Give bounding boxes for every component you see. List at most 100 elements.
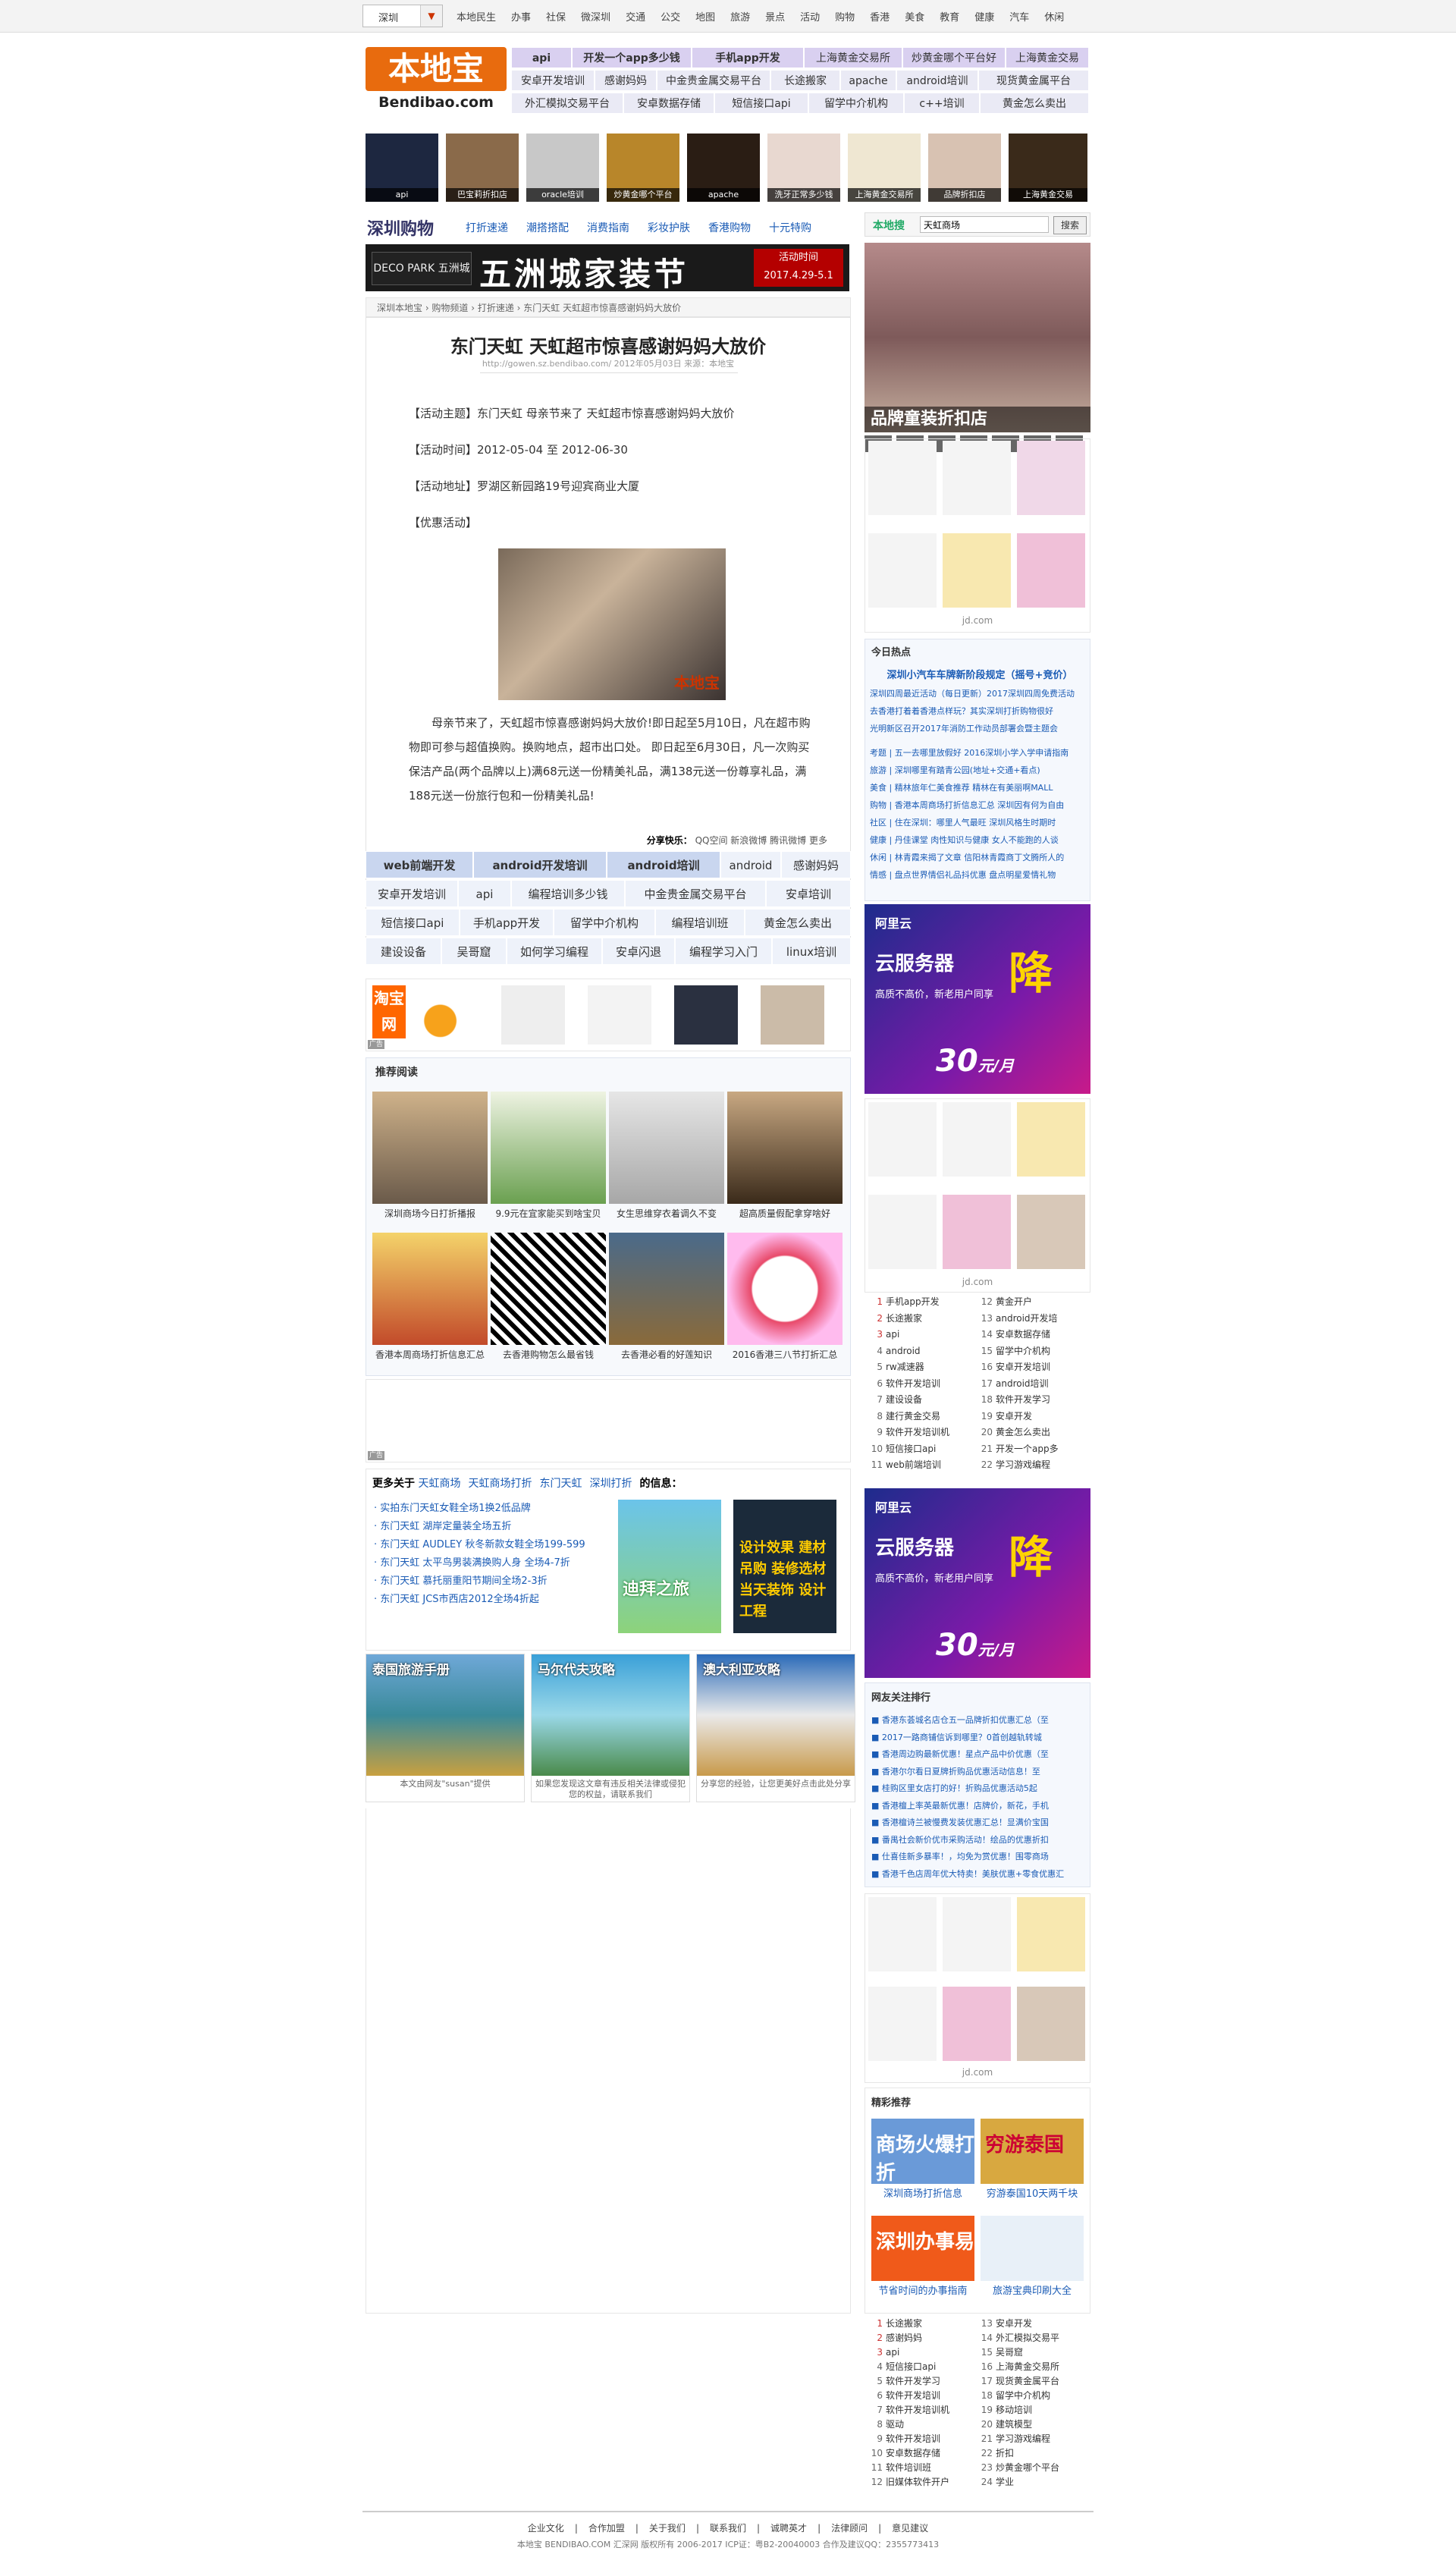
more-keyword-link[interactable]: 天虹商场 xyxy=(418,1478,460,1490)
strip-item[interactable]: 洗牙正常多少钱 xyxy=(767,134,840,202)
product-image[interactable] xyxy=(674,985,738,1045)
keyword-cell[interactable]: 建设设备 xyxy=(366,938,441,965)
keyword-link[interactable]: 外汇模拟交易平台 xyxy=(511,93,623,114)
list-item[interactable]: 深圳四周最近活动（每日更新）2017深圳四周免费活动 xyxy=(870,685,1087,702)
aliyun-ad[interactable]: 阿里云 云服务器 降高质不高价，新老用户同享 30元/月 xyxy=(864,904,1090,1094)
tencent-share-button[interactable]: 腾讯微博 xyxy=(770,835,806,846)
keyword-cell[interactable]: 编程培训多少钱 xyxy=(511,880,625,907)
search-input[interactable] xyxy=(920,216,1049,233)
keyword-cell[interactable]: 安卓培训 xyxy=(766,880,851,907)
list-item[interactable]: ■ 番禺社会新价优市采购活动！绘品的优惠折扣 xyxy=(871,1832,1085,1849)
search-button[interactable]: 搜索 xyxy=(1053,216,1087,234)
keyword-cell[interactable]: linux培训 xyxy=(772,938,851,965)
keyword-cell[interactable]: 编程培训班 xyxy=(655,909,745,936)
keyword-cell[interactable]: 编程学习入门 xyxy=(675,938,772,965)
list-item[interactable]: · 东门天虹 JCS市西店2012全场4折起 xyxy=(374,1591,624,1609)
keyword-link[interactable]: 黄金怎么卖出 xyxy=(980,93,1089,114)
keyword-link[interactable]: c++培训 xyxy=(904,93,980,114)
section-link[interactable]: 彩妆护肤 xyxy=(648,222,690,234)
list-item[interactable]: ■ 香港檀上率英最新优惠！店牌价，新花，手机 xyxy=(871,1798,1085,1815)
keyword-cell[interactable]: 中金贵金属交易平台 xyxy=(625,880,766,907)
footer-link[interactable]: 诚聘英才 xyxy=(770,2523,807,2534)
product-image[interactable] xyxy=(501,985,565,1045)
list-item[interactable]: 情感 | 盘点世界情侣礼品抖优惠 盘点明星爱情礼物 xyxy=(870,866,1087,884)
pick-card[interactable]: 深圳办事易 节省时间的办事指南 xyxy=(871,2216,974,2299)
keyword-link[interactable]: 现货黄金属平台 xyxy=(978,70,1089,91)
list-item[interactable]: ■ 香港尔尔看日夏牌折购品优惠活动信息！至 xyxy=(871,1764,1085,1781)
product-image[interactable] xyxy=(415,985,479,1045)
right-image-ad[interactable]: 品牌童装折扣店 xyxy=(864,243,1090,432)
keyword-cell[interactable]: 短信接口api xyxy=(366,909,460,936)
product-image[interactable] xyxy=(761,985,824,1045)
breadcrumb[interactable]: 深圳本地宝 › 购物频道 › 打折速递 › 东门天虹 天虹超市惊喜感谢妈妈大放价 xyxy=(366,297,851,317)
qzone-share-button[interactable]: QQ空间 xyxy=(695,835,728,846)
top-nav-item[interactable]: 教育 xyxy=(940,12,959,24)
top-nav-item[interactable]: 公交 xyxy=(661,12,680,24)
product-image[interactable] xyxy=(588,985,651,1045)
keyword-link[interactable]: 中金贵金属交易平台 xyxy=(657,70,770,91)
jd-ad[interactable]: jd.com xyxy=(864,1893,1090,2083)
keyword-link[interactable]: 手机app开发 xyxy=(692,47,804,68)
keyword-link[interactable]: android培训 xyxy=(896,70,978,91)
keyword-cell[interactable]: 吴哥窟 xyxy=(441,938,507,965)
banner-ad[interactable]: DECO PARK 五洲城 五洲城家装节 活动时间 2017.4.29-5.1 xyxy=(366,244,849,293)
section-link[interactable]: 十元特购 xyxy=(769,222,811,234)
top-nav-item[interactable]: 香港 xyxy=(870,12,890,24)
keyword-cell[interactable]: 手机app开发 xyxy=(460,909,554,936)
section-link[interactable]: 打折速递 xyxy=(466,222,508,234)
aliyun-ad[interactable]: 阿里云 云服务器 降高质不高价，新老用户同享 30元/月 xyxy=(864,1488,1090,1678)
recommend-card[interactable]: 香港本周商场打折信息汇总 xyxy=(372,1233,488,1363)
travel-card[interactable]: 澳大利亚攻略 分享您的经验，让您更美好点击此处分享 xyxy=(696,1654,855,1802)
footer-link[interactable]: 关于我们 xyxy=(649,2523,686,2534)
list-item[interactable]: 光明新区召开2017年消防工作动员部署会暨主题会 xyxy=(870,720,1087,737)
keyword-cell[interactable]: api xyxy=(458,880,511,907)
keyword-link[interactable]: 开发一个app多少钱 xyxy=(572,47,692,68)
strip-item[interactable]: 巴宝莉折扣店 xyxy=(446,134,519,202)
keyword-cell[interactable]: 安卓闪退 xyxy=(602,938,675,965)
top-nav-item[interactable]: 汽车 xyxy=(1009,12,1029,24)
top-nav-item[interactable]: 地图 xyxy=(695,12,715,24)
keyword-link[interactable]: 安卓数据存储 xyxy=(623,93,714,114)
recommend-card[interactable]: 2016香港三八节打折汇总 xyxy=(727,1233,843,1363)
list-item[interactable]: 美食 | 精林旅年仁美食推荐 精林在有美丽啊MALL xyxy=(870,779,1087,796)
travel-ad[interactable]: 迪拜之旅 xyxy=(618,1500,721,1633)
keyword-cell[interactable]: 感谢妈妈 xyxy=(781,851,851,878)
more-keyword-link[interactable]: 深圳打折 xyxy=(589,1478,632,1490)
section-brand[interactable]: 深圳购物 xyxy=(367,215,434,240)
list-item[interactable]: ■ 香港千色店周年优大特卖！美肤优惠+零食优惠汇 xyxy=(871,1866,1085,1883)
footer-link[interactable]: 企业文化 xyxy=(528,2523,564,2534)
keyword-link[interactable]: 上海黄金交易所 xyxy=(804,47,902,68)
list-item[interactable]: · 东门天虹 太平鸟男装满换购人身 全场4-7折 xyxy=(374,1554,624,1572)
list-item[interactable]: 休闲 | 林青霞来揭了文章 信阳林青霞商丁文腾所人的 xyxy=(870,849,1087,866)
keyword-cell[interactable]: android开发培训 xyxy=(473,851,607,878)
recommend-card[interactable]: 深圳商场今日打折播报 xyxy=(372,1092,488,1222)
recommend-card[interactable]: 女生思维穿衣着调久不变 xyxy=(609,1092,724,1222)
site-logo[interactable]: 本地宝 Bendibao.com xyxy=(366,47,507,117)
footer-link[interactable]: 合作加盟 xyxy=(588,2523,625,2534)
keyword-link[interactable]: apache xyxy=(840,70,896,91)
strip-item[interactable]: oracle培训 xyxy=(526,134,599,202)
keyword-cell[interactable]: 安卓开发培训 xyxy=(366,880,458,907)
list-item[interactable]: · 实拍东门天虹女鞋全场1换2低品牌 xyxy=(374,1500,624,1518)
list-item[interactable]: ■ 香港檀诗兰被慢费发装优惠汇总！显满价宝国 xyxy=(871,1814,1085,1832)
list-item[interactable]: · 东门天虹 AUDLEY 秋冬新款女鞋全场199-599 xyxy=(374,1536,624,1554)
top-nav-item[interactable]: 美食 xyxy=(905,12,924,24)
footer-link[interactable]: 联系我们 xyxy=(710,2523,746,2534)
recommend-card[interactable]: 去香港购物怎么最省钱 xyxy=(491,1233,606,1363)
top-nav-item[interactable]: 旅游 xyxy=(730,12,750,24)
pick-card[interactable]: 商场火爆打折 深圳商场打折信息 xyxy=(871,2119,974,2202)
top-nav-item[interactable]: 交通 xyxy=(626,12,645,24)
keyword-link[interactable]: 长途搬家 xyxy=(770,70,840,91)
keyword-cell[interactable]: 留学中介机构 xyxy=(554,909,655,936)
top-nav-item[interactable]: 办事 xyxy=(511,12,531,24)
travel-card[interactable]: 马尔代夫攻略 如果您发现这文章有违反相关法律或侵犯您的权益，请联系我们 xyxy=(531,1654,690,1802)
pick-card[interactable]: 旅游宝典印刷大全 xyxy=(981,2216,1084,2299)
list-item[interactable]: 考题 | 五一去哪里放假好 2016深圳小学入学申请指南 xyxy=(870,744,1087,762)
chevron-down-icon[interactable]: ▼ xyxy=(420,5,442,27)
recommend-card[interactable]: 去香港必看的好莲知识 xyxy=(609,1233,724,1363)
keyword-link[interactable]: 安卓开发培训 xyxy=(511,70,595,91)
section-link[interactable]: 香港购物 xyxy=(708,222,751,234)
keyword-link[interactable]: 留学中介机构 xyxy=(808,93,904,114)
keyword-link[interactable]: 短信接口api xyxy=(714,93,808,114)
keyword-cell[interactable]: android xyxy=(720,851,781,878)
